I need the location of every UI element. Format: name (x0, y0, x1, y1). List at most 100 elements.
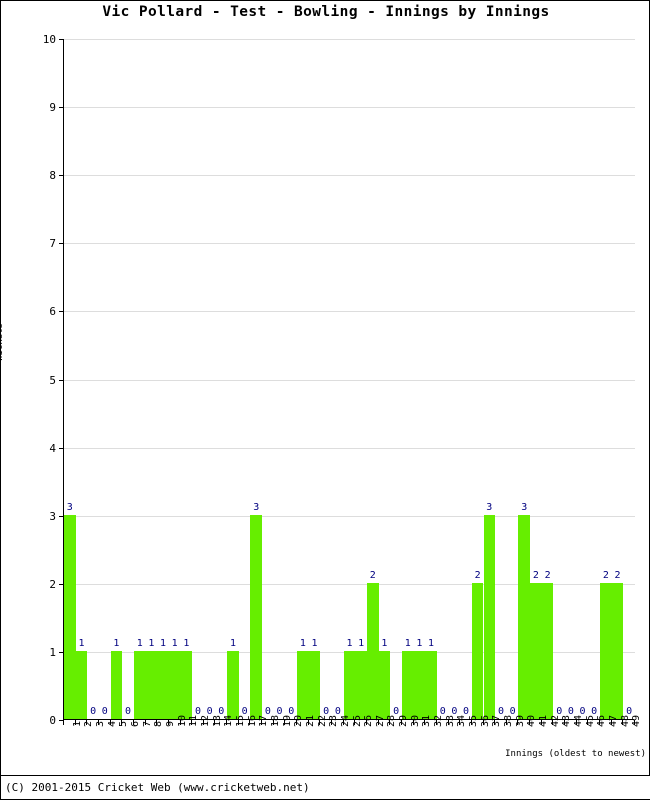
bar[interactable] (250, 514, 263, 719)
bar-slot[interactable]: 0 (320, 38, 332, 719)
x-axis-tick-label: 10 (176, 714, 188, 727)
bar-slot[interactable]: 1 (145, 38, 158, 719)
bar-slot[interactable]: 0 (495, 38, 507, 719)
bar-slot[interactable]: 2 (530, 38, 542, 719)
bar[interactable] (297, 650, 309, 719)
bar-value-label: 1 (136, 637, 143, 649)
x-axis-tick-label: 44 (572, 714, 584, 727)
bar-slot[interactable]: 0 (588, 38, 600, 719)
bar-slot[interactable]: 1 (110, 38, 123, 719)
bar-slot[interactable]: 1 (378, 38, 391, 719)
bar[interactable] (600, 582, 612, 719)
x-axis-tick-label: 39 (514, 714, 526, 727)
bar-slot[interactable]: 0 (507, 38, 519, 719)
x-axis-tick-label: 37 (491, 714, 503, 727)
bar-slot[interactable]: 2 (366, 38, 379, 719)
bar-value-label: 2 (474, 569, 481, 581)
bar[interactable] (227, 650, 239, 719)
x-axis-tick-label: 3 (95, 720, 107, 727)
bar[interactable] (518, 514, 531, 719)
bar-slot[interactable]: 0 (577, 38, 589, 719)
x-axis-tick-label: 38 (502, 714, 514, 727)
bar-slot[interactable]: 2 (471, 38, 484, 719)
bar-slot[interactable]: 0 (122, 38, 134, 719)
footer: (C) 2001-2015 Cricket Web (www.cricketwe… (1, 775, 650, 799)
bar[interactable] (75, 650, 88, 719)
bar[interactable] (308, 650, 321, 719)
bar-slot[interactable]: 0 (565, 38, 577, 719)
bar-slot[interactable]: 0 (99, 38, 111, 719)
bar-slot[interactable]: 0 (87, 38, 99, 719)
bar-slot[interactable]: 1 (308, 38, 321, 719)
bar-slot[interactable]: 2 (600, 38, 612, 719)
bar-slot[interactable]: 1 (157, 38, 169, 719)
bar[interactable] (145, 650, 158, 719)
bar[interactable] (401, 650, 414, 719)
bar-value-label: 3 (486, 501, 493, 513)
bar[interactable] (413, 650, 426, 719)
bar-slot[interactable]: 1 (297, 38, 309, 719)
bar-slot[interactable]: 0 (437, 38, 449, 719)
bar-slot[interactable]: 2 (541, 38, 554, 719)
bar[interactable] (355, 650, 367, 719)
bar[interactable] (157, 650, 169, 719)
bar-slot[interactable]: 1 (343, 38, 356, 719)
bar[interactable] (180, 650, 193, 719)
bar-slot[interactable]: 0 (204, 38, 216, 719)
x-axis-tick-label: 40 (526, 714, 538, 727)
bar-value-label: 0 (101, 706, 108, 717)
bar-slot[interactable]: 0 (449, 38, 461, 719)
bar[interactable] (425, 650, 437, 719)
bar-slot[interactable]: 1 (355, 38, 367, 719)
bar[interactable] (168, 650, 181, 719)
bar-slot[interactable]: 3 (64, 38, 76, 719)
bar[interactable] (471, 582, 484, 719)
bar-value-label: 1 (229, 637, 236, 649)
bar-slot[interactable]: 0 (460, 38, 472, 719)
bar[interactable] (343, 650, 356, 719)
copyright-text: (C) 2001-2015 Cricket Web (www.cricketwe… (5, 781, 310, 794)
bar-slot[interactable]: 1 (413, 38, 426, 719)
x-axis-tick-label: 49 (631, 714, 643, 727)
x-axis-tick-label: 24 (339, 714, 351, 727)
bar-slot[interactable]: 0 (623, 38, 635, 719)
bar[interactable] (530, 582, 542, 719)
bar-slot[interactable]: 1 (180, 38, 193, 719)
bar[interactable] (483, 514, 496, 719)
bar-value-label: 1 (183, 637, 190, 649)
bar-slot[interactable]: 0 (274, 38, 286, 719)
bar-slot[interactable]: 1 (401, 38, 414, 719)
bar-slot[interactable]: 1 (168, 38, 181, 719)
bar-slot[interactable]: 3 (250, 38, 263, 719)
bar-slot[interactable]: 1 (75, 38, 88, 719)
bar-slot[interactable]: 3 (518, 38, 531, 719)
bar[interactable] (64, 514, 76, 719)
bar-value-label: 1 (113, 637, 120, 649)
bar-slot[interactable]: 0 (285, 38, 297, 719)
bar-slot[interactable]: 1 (227, 38, 239, 719)
x-axis-tick-label: 4 (106, 720, 118, 727)
bar-slot[interactable]: 0 (262, 38, 274, 719)
y-axis-tick-label: 6 (49, 305, 56, 319)
bar[interactable] (110, 650, 123, 719)
x-axis-tick-label: 9 (165, 720, 177, 727)
bar-slot[interactable]: 0 (390, 38, 402, 719)
bar[interactable] (366, 582, 379, 719)
bar[interactable] (541, 582, 554, 719)
bar-slot[interactable]: 0 (332, 38, 344, 719)
bar-slot[interactable]: 3 (483, 38, 496, 719)
bar-value-label: 2 (614, 569, 621, 581)
x-axis-tick-label: 46 (596, 714, 608, 727)
bar[interactable] (378, 650, 391, 719)
bar-slot[interactable]: 0 (192, 38, 204, 719)
bar-slot[interactable]: 0 (215, 38, 227, 719)
y-axis-tick-label: 1 (49, 645, 56, 659)
bar-slot[interactable]: 0 (239, 38, 251, 719)
bar-slot[interactable]: 1 (133, 38, 146, 719)
bar-slot[interactable]: 2 (611, 38, 624, 719)
x-axis-tick-label: 14 (223, 714, 235, 727)
bar-slot[interactable]: 1 (425, 38, 437, 719)
bar[interactable] (611, 582, 624, 719)
bar-slot[interactable]: 0 (553, 38, 565, 719)
bar[interactable] (133, 650, 146, 719)
